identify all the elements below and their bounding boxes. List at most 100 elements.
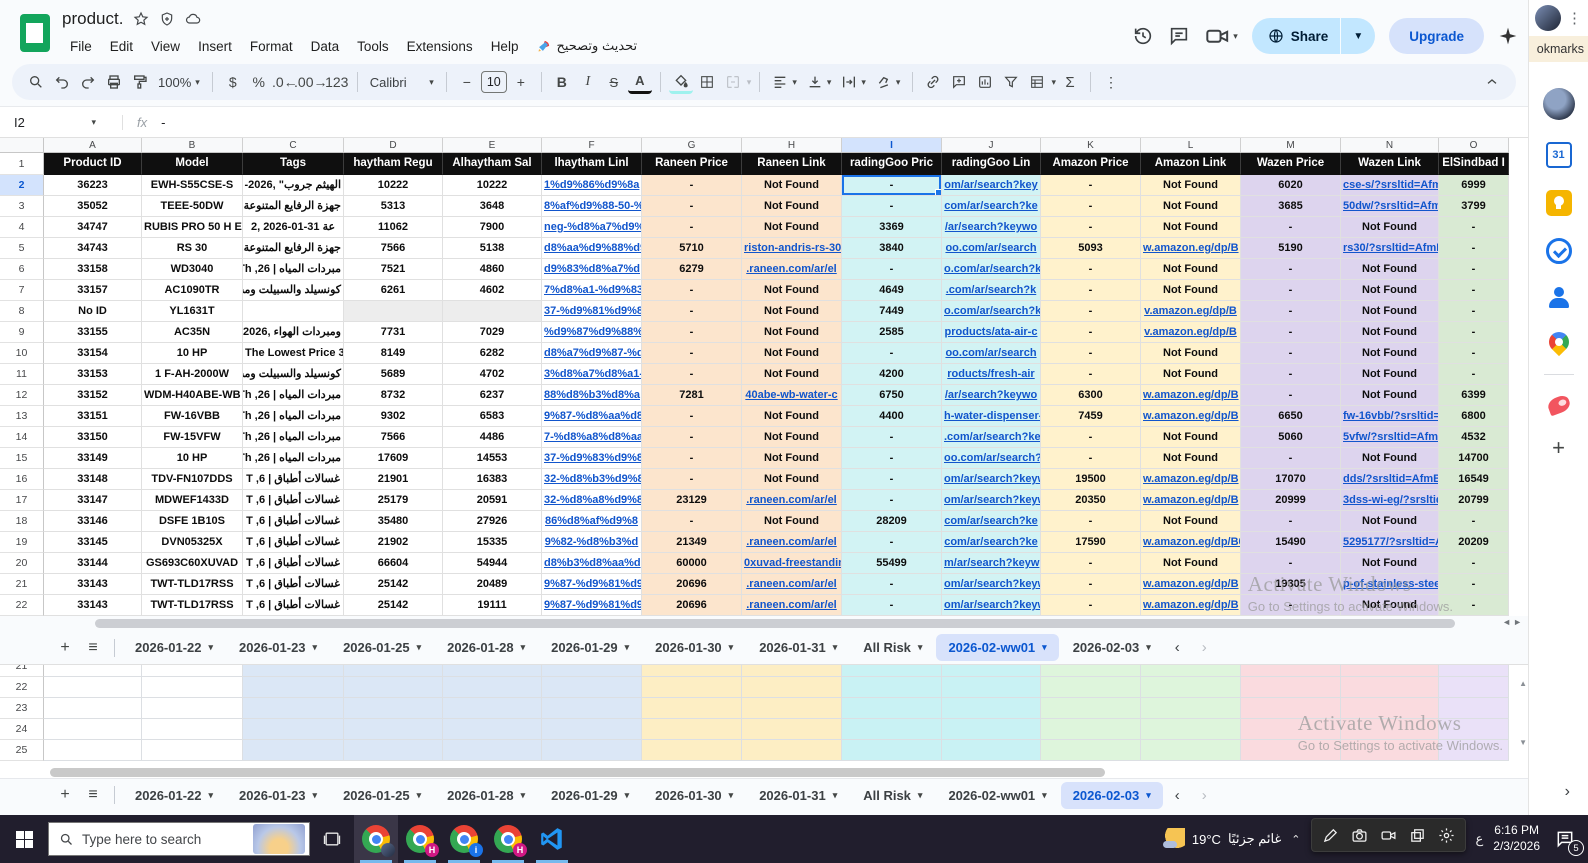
cell-L17[interactable]: w.amazon.eg/dp/B — [1141, 490, 1241, 511]
empty-cell[interactable] — [1439, 664, 1509, 677]
bold-icon[interactable]: B — [550, 70, 574, 94]
cell-F3[interactable]: 8%af%d9%88-50-% — [542, 196, 642, 217]
cell-name-box[interactable]: I2 ▾ — [14, 115, 104, 130]
column-header-D[interactable]: D — [344, 138, 443, 153]
text-color-icon[interactable]: A — [628, 70, 652, 94]
cell-H7[interactable]: Not Found — [742, 280, 842, 301]
row-header-17[interactable]: 17 — [0, 490, 44, 511]
empty-cell[interactable] — [1439, 740, 1509, 761]
sheet-tab-2026-01-23[interactable]: 2026-01-23▾ — [227, 782, 329, 809]
menu-tools[interactable]: Tools — [349, 36, 397, 57]
cell-N5[interactable]: rs30/?srsltid=AfmE — [1341, 238, 1439, 259]
cell-F10[interactable]: d8%a7%d9%87-%d — [542, 343, 642, 364]
redo-icon[interactable] — [76, 70, 100, 94]
cell-A22[interactable]: 33143 — [44, 595, 142, 616]
empty-cell[interactable] — [344, 698, 443, 719]
cell-B4[interactable]: RUBIS PRO 50 H EG — [142, 217, 243, 238]
cell-D14[interactable]: 7566 — [344, 427, 443, 448]
sheet-tab-2026-02-ww01[interactable]: 2026-02-ww01▾ — [936, 782, 1058, 809]
cell-M2[interactable]: 6020 — [1241, 175, 1341, 196]
cell-H18[interactable]: Not Found — [742, 511, 842, 532]
empty-cell[interactable] — [344, 677, 443, 698]
empty-cell[interactable] — [44, 698, 142, 719]
all-sheets-menu-icon[interactable]: ≡ — [80, 786, 106, 804]
cell-H11[interactable]: Not Found — [742, 364, 842, 385]
cell-L12[interactable]: w.amazon.eg/dp/B — [1141, 385, 1241, 406]
cell-F5[interactable]: d8%aa%d9%88%d9 — [542, 238, 642, 259]
cell-K13[interactable]: 7459 — [1041, 406, 1141, 427]
cell-H15[interactable]: Not Found — [742, 448, 842, 469]
cell-M11[interactable]: - — [1241, 364, 1341, 385]
empty-cell[interactable] — [542, 740, 642, 761]
cell-N4[interactable]: Not Found — [1341, 217, 1439, 238]
cell-C19[interactable]: غسالات أطباق | 6, T — [243, 532, 344, 553]
cell-F9[interactable]: %d9%87%d9%88% — [542, 322, 642, 343]
cell-E21[interactable]: 20489 — [443, 574, 542, 595]
cell-K18[interactable]: - — [1041, 511, 1141, 532]
row-header-14[interactable]: 14 — [0, 427, 44, 448]
chrome-profile-1[interactable] — [354, 815, 398, 863]
cell-M13[interactable]: 6650 — [1241, 406, 1341, 427]
cell-M3[interactable]: 3685 — [1241, 196, 1341, 217]
cell-O18[interactable]: - — [1439, 511, 1509, 532]
cell-C3[interactable]: جهزة الرفايع المتنوعة 2 — [243, 196, 344, 217]
text-wrap-icon[interactable]: ▾ — [837, 74, 870, 90]
cell-A9[interactable]: 33155 — [44, 322, 142, 343]
cell-N17[interactable]: 3dss-wi-eg/?srsltid — [1341, 490, 1439, 511]
cell-K22[interactable]: - — [1041, 595, 1141, 616]
cell-C16[interactable]: غسالات أطباق | 6, T — [243, 469, 344, 490]
cell-O13[interactable]: 6800 — [1439, 406, 1509, 427]
cell-E9[interactable]: 7029 — [443, 322, 542, 343]
cell-H16[interactable]: Not Found — [742, 469, 842, 490]
empty-cell[interactable] — [1041, 664, 1141, 677]
sheet-tab-2026-02-ww01[interactable]: 2026-02-ww01▾ — [936, 634, 1058, 661]
cell-C20[interactable]: غسالات أطباق | 6, T — [243, 553, 344, 574]
cell-E8[interactable] — [443, 301, 542, 322]
menu-format[interactable]: Format — [242, 36, 301, 57]
browser-profile-avatar[interactable] — [1535, 5, 1561, 31]
cell-E10[interactable]: 6282 — [443, 343, 542, 364]
sheet-tab-2026-01-22[interactable]: 2026-01-22▾ — [123, 782, 225, 809]
cell-F21[interactable]: 9%87-%d9%81%d9 — [542, 574, 642, 595]
cell-H22[interactable]: .raneen.com/ar/el — [742, 595, 842, 616]
column-header-G[interactable]: G — [642, 138, 742, 153]
column-header-O[interactable]: O — [1439, 138, 1509, 153]
column-header-J[interactable]: J — [942, 138, 1041, 153]
empty-cell[interactable] — [1341, 719, 1439, 740]
empty-cell[interactable] — [742, 719, 842, 740]
menu-view[interactable]: View — [143, 36, 188, 57]
cell-N18[interactable]: Not Found — [1341, 511, 1439, 532]
cell-K19[interactable]: 17590 — [1041, 532, 1141, 553]
cell-G22[interactable]: 20696 — [642, 595, 742, 616]
cell-L8[interactable]: v.amazon.eg/dp/B — [1141, 301, 1241, 322]
cell-L16[interactable]: w.amazon.eg/dp/B — [1141, 469, 1241, 490]
cell-D5[interactable]: 7566 — [344, 238, 443, 259]
cell-C2[interactable]: الهيثم جروب" ,2026- — [243, 175, 344, 196]
cell-O20[interactable]: - — [1439, 553, 1509, 574]
empty-cell[interactable] — [142, 719, 243, 740]
cell-E19[interactable]: 15335 — [443, 532, 542, 553]
cell-A4[interactable]: 34747 — [44, 217, 142, 238]
cell-A8[interactable]: No ID — [44, 301, 142, 322]
cell-F17[interactable]: 32-%d8%a8%d9%8 — [542, 490, 642, 511]
cell-O7[interactable]: - — [1439, 280, 1509, 301]
cell-G16[interactable]: - — [642, 469, 742, 490]
cell-O12[interactable]: 6399 — [1439, 385, 1509, 406]
empty-cell[interactable] — [1341, 677, 1439, 698]
cell-A10[interactable]: 33154 — [44, 343, 142, 364]
cell-D17[interactable]: 25179 — [344, 490, 443, 511]
empty-cell[interactable] — [642, 698, 742, 719]
cell-M21[interactable]: 19305 — [1241, 574, 1341, 595]
cell-A18[interactable]: 33146 — [44, 511, 142, 532]
cell-D16[interactable]: 21901 — [344, 469, 443, 490]
empty-cell[interactable] — [1041, 677, 1141, 698]
cell-E18[interactable]: 27926 — [443, 511, 542, 532]
cell-B13[interactable]: FW-16VBB — [142, 406, 243, 427]
sheet-tab-2026-01-29[interactable]: 2026-01-29▾ — [539, 782, 641, 809]
sheet-tab-2026-01-31[interactable]: 2026-01-31▾ — [747, 782, 849, 809]
cell-G2[interactable]: - — [642, 175, 742, 196]
cell-G17[interactable]: 23129 — [642, 490, 742, 511]
windows-copy-icon[interactable] — [1409, 827, 1426, 844]
empty-cell[interactable] — [243, 719, 344, 740]
cell-L18[interactable]: Not Found — [1141, 511, 1241, 532]
